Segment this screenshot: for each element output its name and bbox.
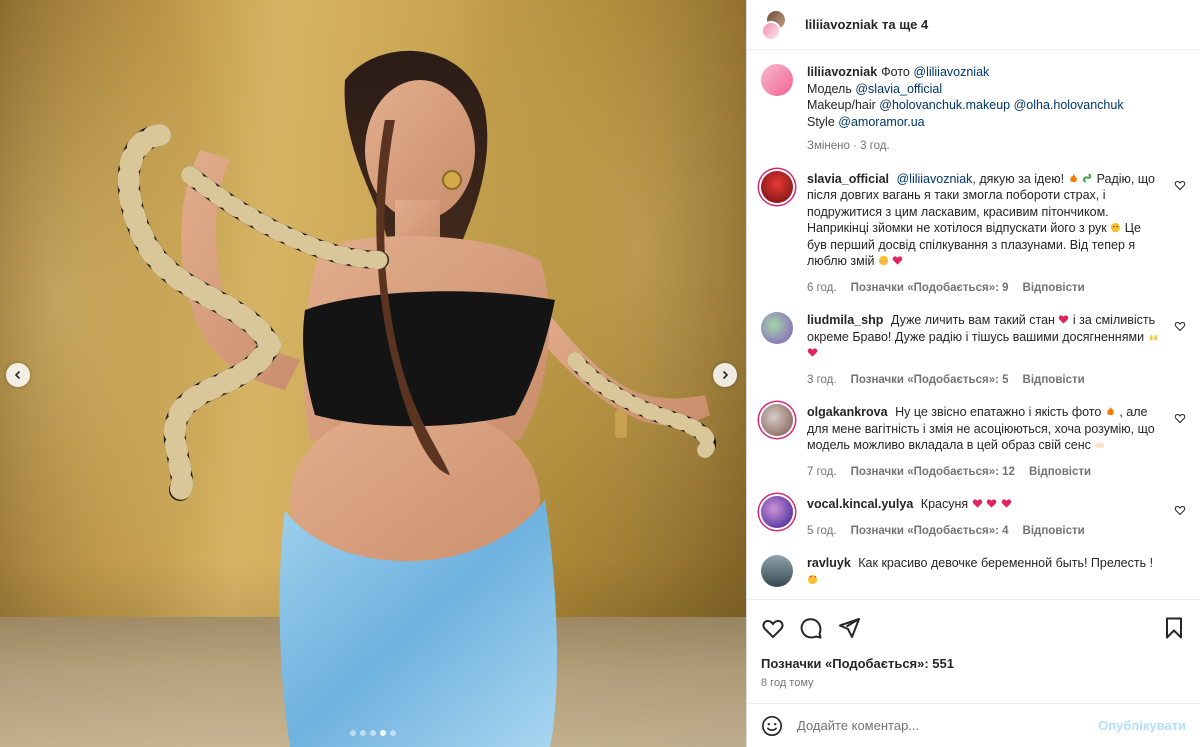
reply-button[interactable]: Відповісти — [1023, 280, 1085, 297]
caption-text: Фото — [881, 65, 910, 79]
comment-meta: 5 год. Позначки «Подобається»: 4 Відпові… — [807, 523, 1164, 540]
comment-likes-link[interactable]: Позначки «Подобається»: 9 — [851, 280, 1009, 297]
comment-text: Дуже личить вам такий стан — [890, 313, 1055, 327]
comment-username[interactable]: olgakankrova — [807, 405, 888, 419]
carousel-dot — [370, 730, 376, 736]
comment-bubble-icon[interactable] — [799, 616, 823, 640]
caption-username[interactable]: liliiavozniak — [807, 65, 877, 79]
red-heart-emoji-icon — [972, 499, 982, 508]
like-comment-heart-icon[interactable] — [1174, 412, 1186, 424]
comment-username[interactable]: slavia_official — [807, 172, 889, 186]
comment-time: 6 год. — [807, 281, 837, 294]
post-header: liliiavozniak та ще 4 — [747, 0, 1200, 50]
reply-button[interactable]: Відповісти — [1023, 523, 1085, 540]
comment-text: Красуня — [920, 497, 969, 511]
comment-meta: 6 год. Позначки «Подобається»: 9 Відпові… — [807, 280, 1164, 297]
red-heart-emoji-icon — [807, 348, 818, 357]
carousel-dot — [360, 730, 366, 736]
chevron-right-icon — [722, 370, 729, 380]
fire-emoji-icon — [1107, 406, 1114, 416]
like-heart-icon[interactable] — [761, 616, 785, 640]
avatar[interactable] — [761, 312, 793, 344]
avatar[interactable] — [761, 170, 793, 203]
comment-item: slavia_official @liliiavozniak, дякую за… — [761, 170, 1186, 297]
red-heart-emoji-icon — [986, 499, 997, 508]
avatar[interactable] — [761, 64, 793, 96]
comment-item: ravluyk Как красиво девочке беременной б… — [761, 555, 1186, 588]
like-comment-heart-icon[interactable] — [1174, 179, 1186, 191]
comment-text: , дякую за ідею! — [972, 171, 1065, 186]
caption-text: Style — [807, 114, 835, 129]
previous-slide-button[interactable] — [6, 363, 30, 387]
carousel-dot — [380, 730, 386, 736]
comment-item: liudmila_shp Дуже личить вам такий стан … — [761, 312, 1186, 388]
post-dialog: liliiavozniak та ще 4 liliiavozniak Фото … — [0, 0, 1200, 747]
comment-username[interactable]: vocal.kincal.yulya — [807, 497, 913, 511]
caption-text: Makeup/hair — [807, 98, 876, 112]
avatar[interactable] — [761, 496, 793, 528]
avatar[interactable] — [761, 555, 793, 587]
comment-likes-link[interactable]: Позначки «Подобається»: 12 — [851, 464, 1015, 481]
emoji-picker-icon[interactable] — [761, 715, 783, 737]
post-caption: liliiavozniak Фото @liliiavozniak Модель … — [761, 64, 1186, 155]
snake-emoji-icon — [1083, 173, 1092, 182]
comment-input[interactable] — [797, 718, 1099, 733]
carousel-dot — [390, 730, 396, 736]
comment-text: Ну це звісно епатажно і якість фото — [895, 405, 1102, 419]
caption-text: Модель — [807, 81, 852, 96]
post-actions: Позначки «Подобається»: 551 8 год тому — [747, 599, 1200, 703]
smiling-hearts-emoji-icon — [807, 574, 818, 584]
like-comment-heart-icon[interactable] — [1174, 320, 1186, 332]
owner-username-link[interactable]: liliiavozniak — [805, 17, 878, 32]
share-paper-plane-icon[interactable] — [837, 616, 861, 640]
caption-edited-time: Змінено · 3 год. — [807, 140, 890, 152]
red-heart-emoji-icon — [1059, 315, 1069, 324]
avatar — [761, 20, 781, 41]
publish-button[interactable]: Опублікувати — [1098, 718, 1186, 733]
bookmark-save-icon[interactable] — [1162, 616, 1186, 640]
raising-hands-emoji-icon — [1149, 334, 1157, 340]
mention-link[interactable]: @amoramor.ua — [838, 115, 924, 129]
red-heart-emoji-icon — [893, 256, 903, 265]
comment-time: 7 год. — [807, 465, 837, 478]
collab-avatars[interactable] — [761, 8, 793, 41]
add-comment-form: Опублікувати — [747, 703, 1200, 747]
fire-emoji-icon — [1069, 173, 1077, 182]
like-comment-heart-icon[interactable] — [1174, 504, 1186, 516]
comment-meta: 3 год. Позначки «Подобається»: 5 Відпові… — [807, 372, 1164, 389]
red-heart-emoji-icon — [1001, 499, 1011, 508]
mention-link[interactable]: @liliiavozniak — [913, 65, 989, 79]
likes-count-link[interactable]: Позначки «Подобається»: 551 — [761, 656, 1186, 671]
reply-button[interactable]: Відповісти — [1023, 372, 1085, 389]
comment-item: vocal.kincal.yulya Красуня 5 год. Познач… — [761, 496, 1186, 539]
comment-time: 5 год. — [807, 524, 837, 537]
post-timestamp: 8 год тому — [761, 677, 814, 689]
mention-link[interactable]: @slavia_official — [855, 82, 942, 96]
photo-content — [117, 50, 716, 747]
carousel-dot — [350, 730, 356, 736]
comment-likes-link[interactable]: Позначки «Подобається»: 5 — [851, 372, 1009, 389]
comment-likes-link[interactable]: Позначки «Подобається»: 4 — [851, 523, 1009, 540]
mention-link[interactable]: @liliiavozniak — [896, 172, 972, 186]
carousel-indicator — [350, 730, 396, 736]
hugging-face-emoji-icon — [1111, 222, 1121, 233]
comment-item: olgakankrova Ну це звісно епатажно і які… — [761, 404, 1186, 480]
collaborators-link[interactable]: та ще 4 — [882, 17, 928, 32]
blushing-face-emoji-icon — [878, 255, 889, 266]
next-slide-button[interactable] — [713, 363, 737, 387]
reply-button[interactable]: Відповісти — [1029, 464, 1091, 481]
handshake-emoji-icon — [1095, 442, 1105, 449]
comment-meta: 7 год. Позначки «Подобається»: 12 Відпов… — [807, 464, 1164, 481]
comment-text: Как красиво девочке беременной быть! Пре… — [858, 556, 1154, 570]
comment-username[interactable]: liudmila_shp — [807, 313, 883, 327]
mention-link[interactable]: @olha.holovanchuk — [1014, 98, 1124, 112]
chevron-left-icon — [14, 370, 21, 380]
comment-username[interactable]: ravluyk — [807, 556, 851, 570]
post-side-panel: liliiavozniak та ще 4 liliiavozniak Фото … — [746, 0, 1200, 747]
comment-time: 3 год. — [807, 373, 837, 386]
post-photo[interactable] — [0, 0, 746, 747]
avatar[interactable] — [761, 404, 793, 436]
mention-link[interactable]: @holovanchuk.makeup — [879, 98, 1010, 112]
comments-list[interactable]: liliiavozniak Фото @liliiavozniak Модель … — [747, 50, 1200, 599]
